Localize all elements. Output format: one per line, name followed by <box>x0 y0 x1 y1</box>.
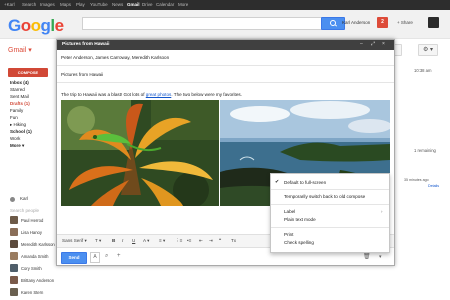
subject-field[interactable]: Pictures from Hawaii <box>61 72 103 77</box>
body-text: The trip to Hawaii was a blast! Got lots… <box>61 92 146 97</box>
avatar <box>10 228 18 236</box>
sidebar-item-school[interactable]: School (1) <box>10 129 32 134</box>
topbar-link-gmail[interactable]: Gmail <box>127 2 140 7</box>
sidebar-item-sent[interactable]: Sent Mail <box>10 94 29 99</box>
italic-button[interactable]: I <box>122 238 123 243</box>
gear-icon: ⚙ ▾ <box>422 47 434 53</box>
photo-flower-lizard[interactable] <box>61 100 219 206</box>
compose-button[interactable]: COMPOSE <box>8 68 48 77</box>
clear-formatting-button[interactable]: Tx <box>231 238 236 243</box>
sidebar-item-work[interactable]: Work <box>10 136 20 141</box>
divider <box>271 227 389 228</box>
font-size-select[interactable]: T ▾ <box>95 238 101 244</box>
bulleted-list-button[interactable]: •≡ <box>187 238 191 243</box>
chat-self-name[interactable]: Karl <box>20 196 28 201</box>
avatar <box>10 264 18 272</box>
indent-more-button[interactable]: ⇥ <box>209 238 213 244</box>
message-time: 10:38 am <box>414 68 432 73</box>
chat-contact[interactable]: Karen Stern <box>21 290 43 295</box>
to-field[interactable]: Peter Anderson, James Carroway, Meredith… <box>61 55 169 60</box>
quote-button[interactable]: ❞ <box>219 238 221 244</box>
sidebar-item-fun[interactable]: Fun <box>10 115 18 120</box>
divider <box>57 82 394 83</box>
chat-contact[interactable]: Meredith Karlsson <box>21 242 55 247</box>
menu-item-old-compose[interactable]: Temporarily switch back to old compose <box>284 194 365 199</box>
chevron-right-icon: › <box>381 209 383 214</box>
chat-contact[interactable]: Lisa Hanoy <box>21 230 42 235</box>
topbar-link-images[interactable]: Images <box>40 2 55 7</box>
topbar-link-calendar[interactable]: Calendar <box>156 2 174 7</box>
menu-item-plain-text[interactable]: Plain text mode <box>284 217 316 222</box>
share-button[interactable]: + Share <box>397 20 413 25</box>
formatting-toggle-icon[interactable]: A <box>90 252 100 263</box>
chat-contact[interactable]: Amanda Smith <box>21 254 48 259</box>
font-family-select[interactable]: Sans Serif ▾ <box>62 238 87 244</box>
topbar-link-youtube[interactable]: YouTube <box>90 2 108 7</box>
compose-title: Pictures from Hawaii <box>62 42 110 47</box>
divider <box>57 65 394 66</box>
chat-contact[interactable]: Paul Herrod <box>21 218 43 223</box>
details-link[interactable]: Details <box>428 184 439 188</box>
last-activity: 35 minutes ago <box>404 178 429 182</box>
avatar <box>10 240 18 248</box>
topbar-link-maps[interactable]: Maps <box>60 2 71 7</box>
chat-contact[interactable]: Cory Smith <box>21 266 42 271</box>
topbar-link-news[interactable]: News <box>112 2 123 7</box>
bold-button[interactable]: B <box>112 238 115 243</box>
minimize-icon[interactable]: – <box>360 41 363 47</box>
settings-button[interactable]: ⚙ ▾ <box>418 44 438 56</box>
topbar-link-drive[interactable]: Drive <box>142 2 153 7</box>
check-icon: ✔ <box>275 179 280 185</box>
body-text: . The two below were my favorites. <box>171 92 242 97</box>
message-body[interactable]: The trip to Hawaii was a blast! Got lots… <box>61 92 242 97</box>
sidebar-item-drafts[interactable]: Drafts (1) <box>10 101 30 106</box>
avatar[interactable] <box>428 17 439 28</box>
text-color-button[interactable]: A ▾ <box>143 238 149 244</box>
divider <box>271 204 389 205</box>
account-name[interactable]: Karl Anderson <box>342 20 370 25</box>
menu-item-default-fullscreen[interactable]: Default to full-screen <box>284 180 326 185</box>
popout-icon[interactable]: ⤢ <box>371 41 375 47</box>
numbered-list-button[interactable]: ⋮≡ <box>175 238 182 244</box>
close-icon[interactable]: × <box>382 41 385 47</box>
search-input[interactable] <box>82 17 322 30</box>
send-button[interactable]: Send <box>61 252 87 264</box>
more-options-icon[interactable]: ▾ <box>379 254 382 260</box>
align-button[interactable]: ≡ ▾ <box>159 238 165 244</box>
google-logo[interactable]: Google <box>8 16 64 36</box>
paperclip-icon[interactable]: ⌕ <box>105 253 108 260</box>
menu-item-check-spelling[interactable]: Check spelling <box>284 240 314 245</box>
avatar <box>10 252 18 260</box>
google-bar: +Karl Search Images Maps Play YouTube Ne… <box>0 0 450 10</box>
menu-item-label[interactable]: Label <box>284 209 295 214</box>
compose-title-bar[interactable]: Pictures from Hawaii – ⤢ × <box>57 40 394 50</box>
topbar-link-more[interactable]: More <box>178 2 188 7</box>
chat-contact[interactable]: Brittany Anderson <box>21 278 54 283</box>
person-icon <box>10 197 15 202</box>
chat-search-input[interactable]: Search people <box>10 208 39 213</box>
underline-button[interactable]: U <box>132 238 135 243</box>
more-options-menu: ✔ Default to full-screen Temporarily swi… <box>270 173 390 253</box>
topbar-link-play[interactable]: Play <box>76 2 85 7</box>
sidebar-item-starred[interactable]: Starred <box>10 87 25 92</box>
body-link[interactable]: great photos <box>146 92 172 97</box>
sidebar-item-family[interactable]: Family <box>10 108 23 113</box>
avatar <box>10 288 18 296</box>
sidebar-item-hiking[interactable]: ▸ Hiking <box>10 122 26 128</box>
search-icon <box>330 20 336 26</box>
indent-less-button[interactable]: ⇤ <box>199 238 203 244</box>
avatar <box>10 276 18 284</box>
trash-icon[interactable]: 🗑 <box>363 253 371 260</box>
divider <box>271 189 389 190</box>
topbar-link-plus[interactable]: +Karl <box>4 2 15 7</box>
notification-badge[interactable]: 2 <box>377 17 388 28</box>
storage-remaining: 1 remaining <box>414 148 436 153</box>
avatar <box>10 216 18 224</box>
sidebar-item-inbox[interactable]: Inbox (4) <box>10 80 29 85</box>
sidebar-item-more[interactable]: More ▾ <box>10 143 24 149</box>
menu-item-print[interactable]: Print <box>284 232 293 237</box>
topbar-link-search[interactable]: Search <box>22 2 36 7</box>
plus-icon[interactable]: + <box>117 253 121 259</box>
gmail-menu[interactable]: Gmail ▾ <box>8 46 32 54</box>
